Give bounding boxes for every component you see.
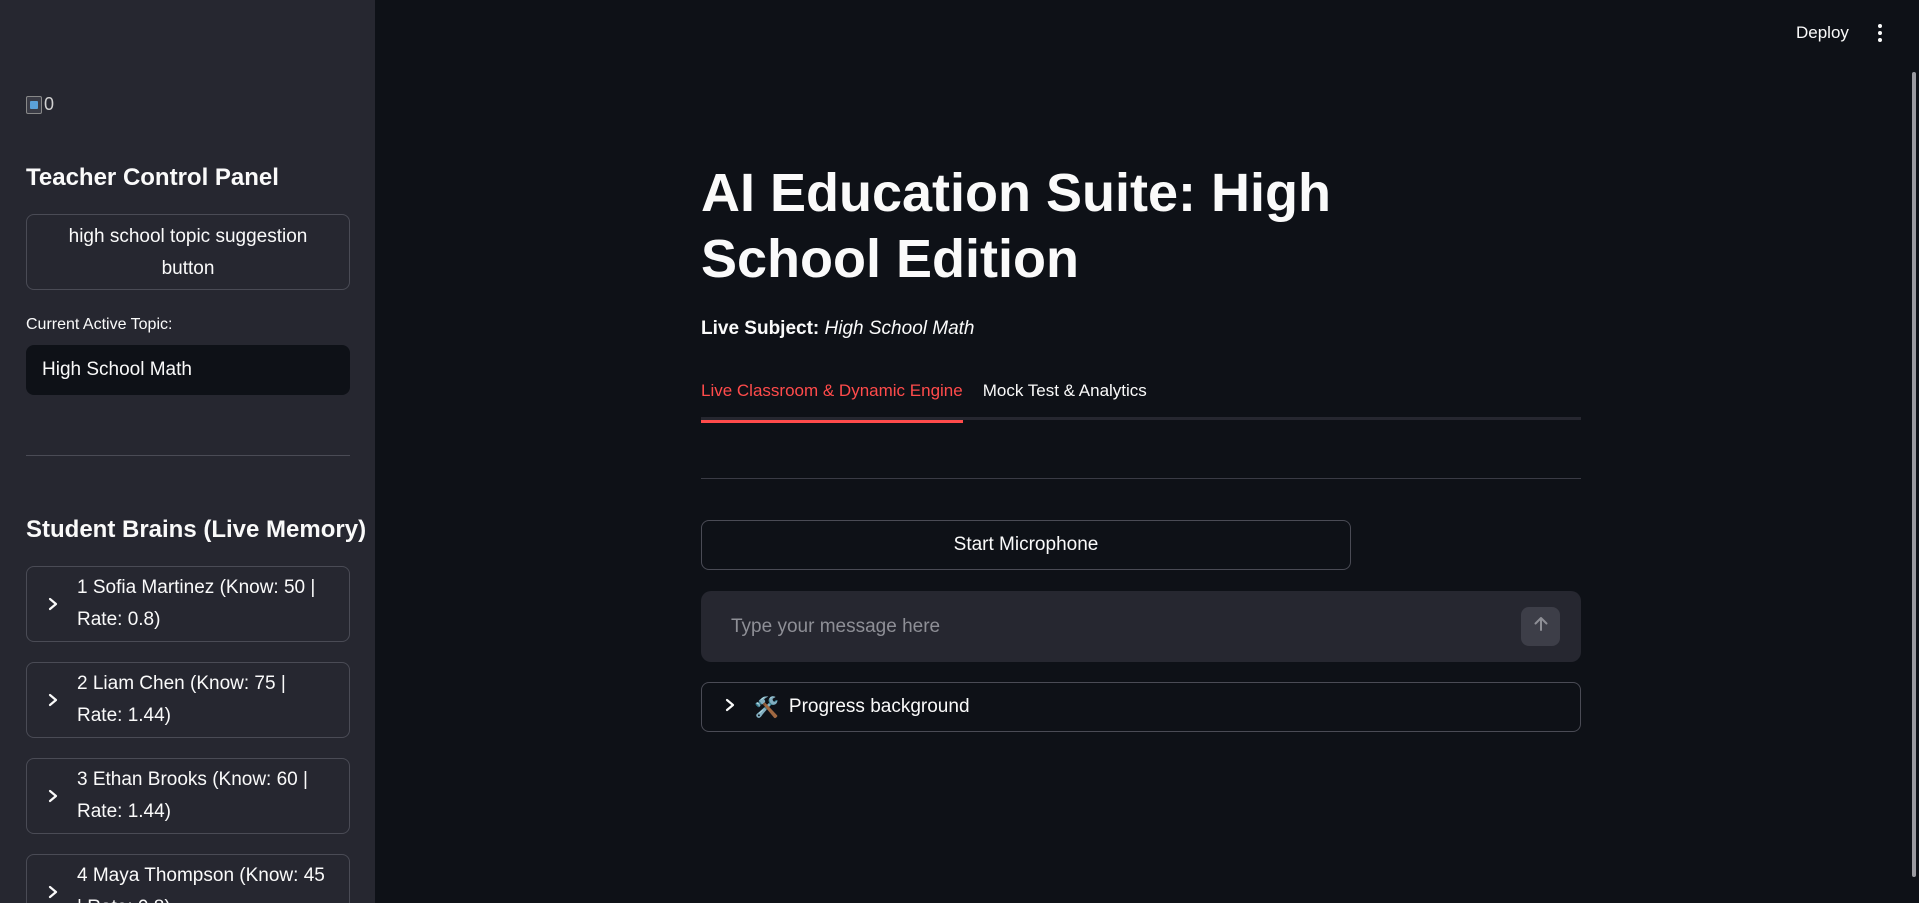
topic-suggestion-button[interactable]: high school topic suggestion button	[26, 214, 350, 290]
active-topic-input[interactable]	[26, 345, 350, 395]
chevron-right-icon	[47, 885, 77, 899]
student-label: 2 Liam Chen (Know: 75 | Rate: 1.44)	[77, 673, 286, 726]
start-microphone-button[interactable]: Start Microphone	[701, 520, 1351, 570]
arrow-up-icon	[1532, 615, 1550, 638]
tab-live-classroom[interactable]: Live Classroom & Dynamic Engine	[701, 378, 963, 423]
student-expander[interactable]: 2 Liam Chen (Know: 75 | Rate: 1.44)	[26, 662, 350, 738]
student-label: 1 Sofia Martinez (Know: 50 | Rate: 0.8)	[77, 577, 316, 630]
logo-alt-text: 0	[44, 94, 55, 114]
main-divider	[701, 478, 1581, 479]
chat-input[interactable]	[731, 591, 1491, 662]
student-label: 4 Maya Thompson (Know: 45 | Rate: 0.8)	[77, 865, 325, 903]
sidebar: 0 Teacher Control Panel high school topi…	[0, 0, 375, 903]
active-topic-label: Current Active Topic:	[26, 316, 173, 333]
scrollbar[interactable]	[1912, 72, 1916, 877]
broken-image-icon	[26, 95, 42, 114]
chevron-right-icon	[724, 698, 754, 717]
chat-input-container	[701, 591, 1581, 662]
teacher-panel-heading: Teacher Control Panel	[26, 164, 279, 191]
sidebar-divider	[26, 455, 350, 456]
live-subject-value: High School Math	[824, 318, 975, 339]
tab-mock-test[interactable]: Mock Test & Analytics	[983, 378, 1147, 420]
kebab-menu-icon[interactable]	[1876, 24, 1884, 44]
student-expander[interactable]: 1 Sofia Martinez (Know: 50 | Rate: 0.8)	[26, 566, 350, 642]
deploy-button[interactable]: Deploy	[1796, 23, 1849, 43]
live-subject-label: Live Subject:	[701, 318, 820, 339]
live-subject: Live Subject: High School Math	[701, 318, 975, 340]
student-label: 3 Ethan Brooks (Know: 60 | Rate: 1.44)	[77, 769, 308, 822]
student-brains-heading: Student Brains (Live Memory)	[26, 516, 367, 543]
progress-background-expander[interactable]: 🛠️ Progress background	[701, 682, 1581, 732]
chevron-right-icon	[47, 597, 77, 611]
chevron-right-icon	[47, 693, 77, 707]
student-expander[interactable]: 4 Maya Thompson (Know: 45 | Rate: 0.8)	[26, 854, 350, 903]
tab-bar: Live Classroom & Dynamic Engine Mock Tes…	[701, 378, 1581, 423]
page-title: AI Education Suite: High School Edition	[701, 163, 1331, 289]
student-expander[interactable]: 3 Ethan Brooks (Know: 60 | Rate: 1.44)	[26, 758, 350, 834]
send-button[interactable]	[1521, 607, 1560, 646]
chevron-right-icon	[47, 789, 77, 803]
logo-image: 0	[26, 94, 54, 115]
expander-label: Progress background	[788, 696, 970, 717]
tools-icon: 🛠️	[754, 696, 779, 719]
